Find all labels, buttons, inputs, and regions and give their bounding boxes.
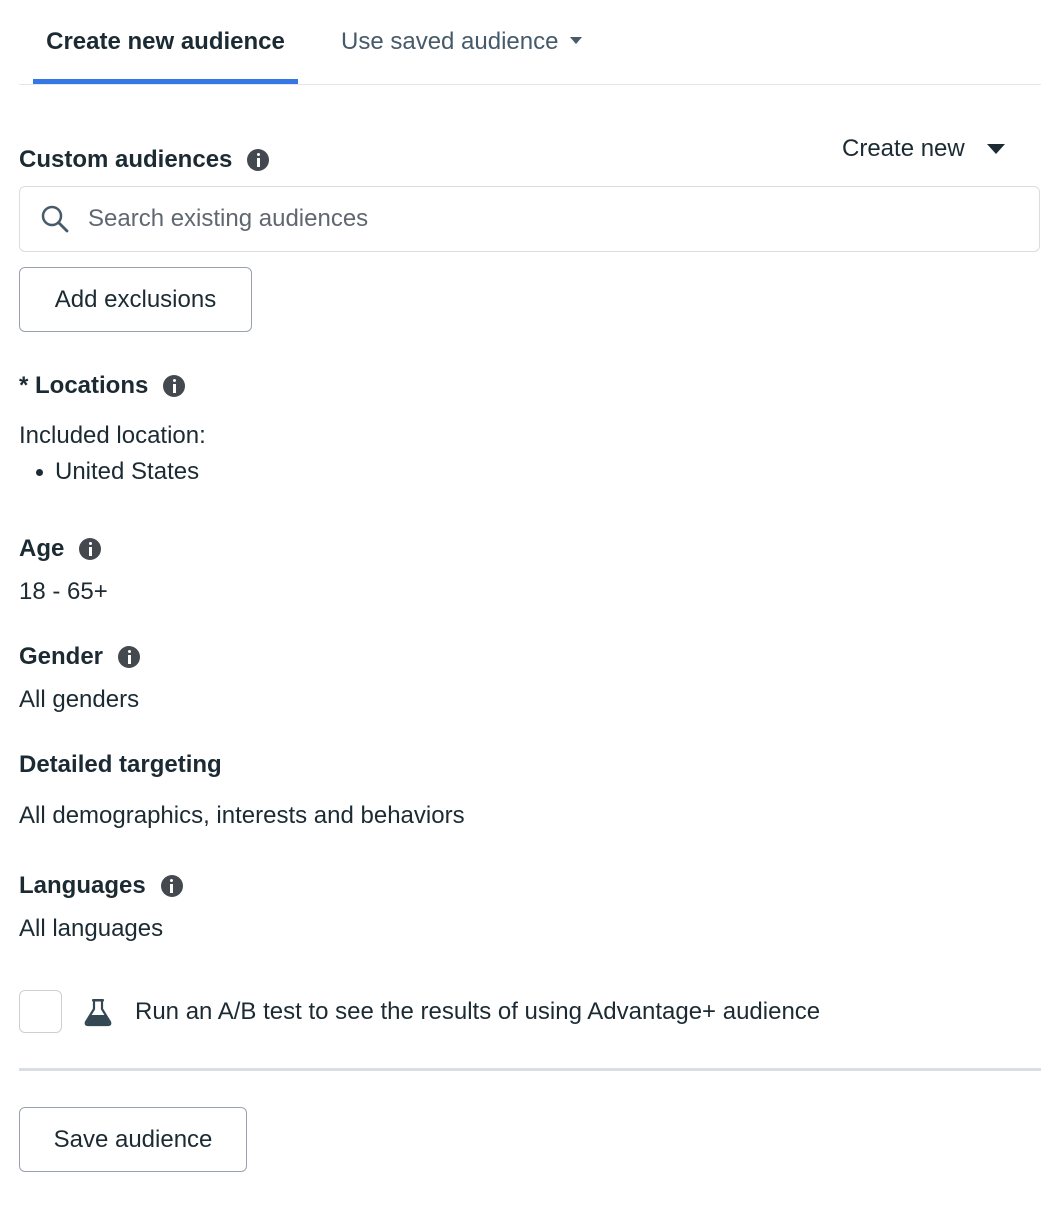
section-label: Detailed targeting — [19, 751, 222, 778]
tab-label: Use saved audience — [341, 28, 559, 55]
languages-heading: Languages — [19, 872, 183, 900]
ab-test-row: Run an A/B test to see the results of us… — [19, 990, 820, 1033]
divider — [19, 1068, 1041, 1071]
add-exclusions-button[interactable]: Add exclusions — [19, 267, 252, 332]
caret-down-icon — [570, 37, 583, 45]
ab-test-checkbox[interactable] — [19, 990, 62, 1033]
flask-icon — [84, 998, 112, 1026]
section-label: Custom audiences — [19, 146, 233, 173]
tab-use-saved-audience[interactable]: Use saved audience — [341, 28, 583, 85]
detailed-targeting-heading: Detailed targeting — [19, 751, 222, 779]
ab-test-label: Run an A/B test to see the results of us… — [135, 997, 821, 1025]
section-label: Gender — [19, 643, 104, 670]
search-audiences-field[interactable] — [19, 186, 1040, 252]
section-label: * Locations — [19, 372, 149, 399]
location-name: United States — [55, 458, 200, 485]
languages-value: All languages — [19, 915, 164, 942]
tab-label: Create new audience — [46, 28, 285, 55]
create-new-label: Create new — [842, 135, 965, 162]
save-audience-button[interactable]: Save audience — [19, 1107, 247, 1172]
info-icon[interactable] — [160, 875, 183, 897]
info-icon[interactable] — [163, 375, 186, 397]
locations-heading: * Locations — [19, 372, 186, 400]
info-icon[interactable] — [118, 646, 141, 668]
search-icon — [41, 205, 69, 233]
section-label: Languages — [19, 872, 146, 899]
custom-audiences-heading: Custom audiences — [19, 146, 270, 174]
audience-tabs: Create new audience Use saved audience — [19, 0, 1041, 85]
detailed-targeting-value: All demographics, interests and behavior… — [19, 802, 465, 829]
bullet-icon — [36, 468, 43, 476]
included-location-label: Included location: — [19, 422, 206, 449]
age-heading: Age — [19, 535, 102, 563]
gender-heading: Gender — [19, 643, 141, 671]
tab-create-new-audience[interactable]: Create new audience — [33, 28, 298, 84]
search-input[interactable] — [88, 205, 988, 233]
section-label: Age — [19, 535, 65, 562]
caret-down-icon — [986, 144, 1005, 154]
age-value: 18 - 65+ — [19, 578, 108, 605]
info-icon[interactable] — [247, 149, 270, 171]
location-list-item: United States — [36, 458, 199, 486]
info-icon[interactable] — [79, 538, 102, 560]
gender-value: All genders — [19, 686, 140, 713]
create-new-dropdown[interactable]: Create new — [842, 135, 1005, 163]
